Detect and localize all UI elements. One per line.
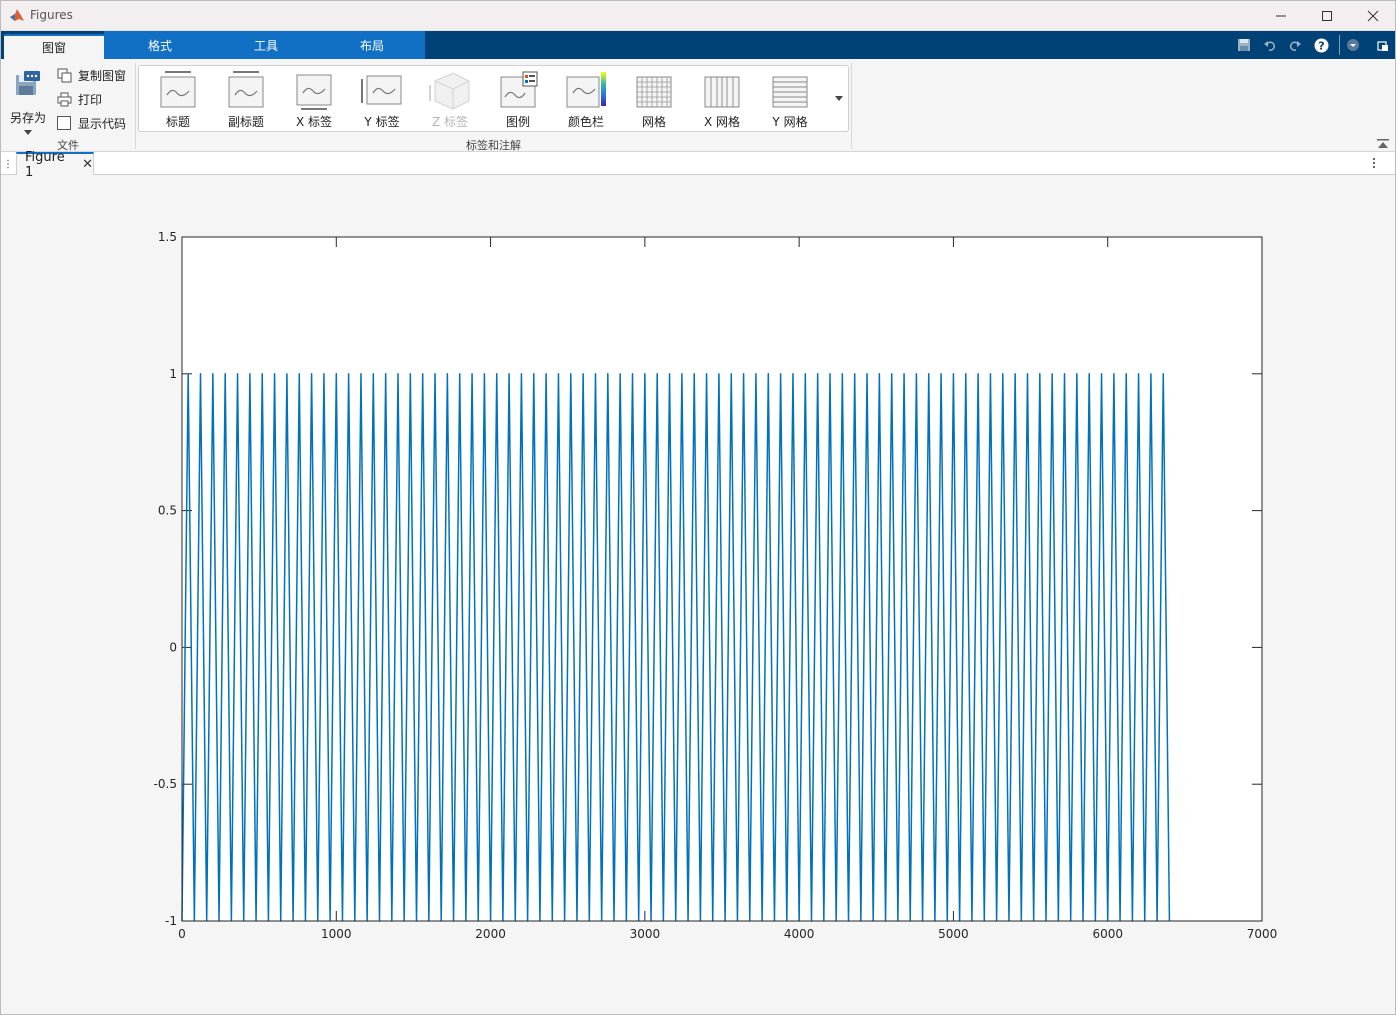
xgrid-icon bbox=[704, 76, 740, 108]
show-code-checkbox[interactable]: 显示代码 bbox=[56, 113, 126, 133]
y-tick-label: 0.5 bbox=[158, 504, 177, 518]
close-window-button[interactable] bbox=[1350, 0, 1396, 31]
tab-format[interactable]: 格式 bbox=[107, 31, 213, 59]
svg-text:?: ? bbox=[1318, 39, 1324, 52]
y-tick-label: -0.5 bbox=[154, 777, 177, 791]
copy-figure-button[interactable]: 复制图窗 bbox=[56, 65, 126, 85]
colorbar-button[interactable]: 颜色栏 bbox=[553, 66, 619, 133]
figure-document-tab[interactable]: Figure 1 ✕ bbox=[16, 150, 94, 180]
zlabel-icon bbox=[429, 72, 470, 110]
legend-icon bbox=[500, 71, 538, 108]
x-tick-label: 2000 bbox=[475, 927, 506, 941]
xlabel-icon bbox=[296, 74, 332, 110]
tab-figure[interactable]: 图窗 bbox=[4, 34, 104, 59]
xlabel-button[interactable]: X 标签 bbox=[281, 66, 347, 133]
y-tick-label: -1 bbox=[165, 914, 177, 928]
ylabel-label: Y 标签 bbox=[364, 115, 400, 129]
grid-icon bbox=[636, 76, 672, 108]
quick-save-icon[interactable] bbox=[1236, 37, 1252, 53]
minimize-button[interactable] bbox=[1258, 0, 1304, 31]
title-label: 标题 bbox=[165, 115, 190, 129]
toolbar-divider bbox=[1339, 35, 1340, 55]
undock-icon[interactable] bbox=[1375, 37, 1391, 53]
maximize-button[interactable] bbox=[1304, 0, 1350, 31]
chevron-down-icon bbox=[835, 96, 843, 101]
ygrid-button[interactable]: Y 网格 bbox=[757, 66, 823, 133]
window-title: Figures bbox=[30, 8, 73, 22]
title-bar: Figures bbox=[0, 0, 1396, 31]
x-tick-label: 0 bbox=[178, 927, 186, 941]
xgrid-label: X 网格 bbox=[703, 115, 741, 129]
y-tick-label: 0 bbox=[169, 640, 177, 654]
save-as-button[interactable]: 另存为 bbox=[6, 67, 50, 135]
group-separator bbox=[135, 63, 136, 149]
grid-button[interactable]: 网格 bbox=[621, 66, 687, 133]
save-as-icon bbox=[16, 71, 40, 95]
more-options-icon[interactable] bbox=[1372, 157, 1376, 169]
title-icon bbox=[160, 71, 196, 108]
chevron-down-icon bbox=[24, 130, 32, 135]
zlabel-button[interactable]: Z 标签 bbox=[417, 66, 483, 133]
matlab-logo-icon bbox=[10, 9, 24, 21]
figure-tab-label: Figure 1 bbox=[25, 149, 65, 180]
subtitle-button[interactable]: 副标题 bbox=[213, 66, 279, 133]
minimize-icon bbox=[1276, 15, 1286, 16]
grid-label: 网格 bbox=[641, 115, 666, 129]
x-tick-label: 5000 bbox=[938, 927, 969, 941]
save-as-label: 另存为 bbox=[9, 111, 46, 125]
legend-button[interactable]: 图例 bbox=[485, 66, 551, 133]
x-tick-label: 4000 bbox=[784, 927, 815, 941]
maximize-icon bbox=[1322, 10, 1332, 21]
ribbon: 另存为 复制图窗 打印 显示代码 文件 标题 副标题 X 标签 Y 标签 Z 标… bbox=[0, 59, 1396, 152]
zlabel-label: Z 标签 bbox=[431, 115, 469, 129]
close-icon bbox=[1367, 10, 1379, 21]
print-label: 打印 bbox=[78, 92, 103, 107]
colorbar-label: 颜色栏 bbox=[567, 115, 604, 129]
collapse-options-icon[interactable] bbox=[1345, 37, 1361, 53]
copy-icon bbox=[56, 67, 72, 83]
ribbon-tab-strip: 图窗 格式 工具 布局 ? bbox=[0, 31, 1396, 59]
legend-label: 图例 bbox=[505, 115, 530, 129]
subtitle-label: 副标题 bbox=[227, 115, 264, 129]
group-separator bbox=[851, 63, 852, 149]
gallery-expand-button[interactable] bbox=[829, 65, 849, 132]
annotation-gallery: 标题 副标题 X 标签 Y 标签 Z 标签 图例 颜色栏 网格 X 网格 Y 网… bbox=[138, 65, 849, 132]
redo-icon[interactable] bbox=[1287, 37, 1303, 53]
x-tick-label: 1000 bbox=[321, 927, 352, 941]
x-tick-label: 3000 bbox=[630, 927, 661, 941]
print-icon bbox=[56, 91, 72, 107]
line-chart[interactable]: 0 1000 2000 3000 4000 5000 6000 7000 -1 -0.5 0 0.5 1… bbox=[1, 176, 1395, 1014]
ygrid-label: Y 网格 bbox=[772, 115, 808, 129]
document-tab-bar: Figure 1 ✕ bbox=[0, 150, 1396, 180]
collapse-ribbon-icon bbox=[1377, 139, 1389, 148]
drag-handle-icon[interactable] bbox=[6, 158, 10, 169]
close-tab-icon[interactable]: ✕ bbox=[82, 157, 93, 172]
ylabel-icon bbox=[361, 75, 402, 105]
title-button[interactable]: 标题 bbox=[145, 66, 211, 133]
xgrid-button[interactable]: X 网格 bbox=[689, 66, 755, 133]
ygrid-icon bbox=[772, 76, 808, 108]
xlabel-label: X 标签 bbox=[295, 115, 333, 129]
y-tick-label: 1 bbox=[169, 367, 177, 381]
ylabel-button[interactable]: Y 标签 bbox=[349, 66, 415, 133]
undo-icon[interactable] bbox=[1262, 37, 1278, 53]
x-tick-label: 6000 bbox=[1092, 927, 1123, 941]
figure-canvas: 0 1000 2000 3000 4000 5000 6000 7000 -1 -0.5 0 0.5 1… bbox=[1, 176, 1395, 1014]
checkbox-icon bbox=[56, 115, 72, 131]
y-tick-label: 1.5 bbox=[158, 230, 177, 244]
show-code-label: 显示代码 bbox=[78, 116, 127, 131]
tab-layout[interactable]: 布局 bbox=[319, 31, 425, 59]
copy-figure-label: 复制图窗 bbox=[78, 68, 127, 83]
tab-tools[interactable]: 工具 bbox=[213, 31, 319, 59]
annotation-group-label: 标签和注解 bbox=[466, 139, 521, 152]
print-button[interactable]: 打印 bbox=[56, 89, 102, 109]
help-icon[interactable]: ? bbox=[1313, 37, 1329, 53]
x-tick-label: 7000 bbox=[1247, 927, 1278, 941]
collapse-ribbon-button[interactable] bbox=[1377, 138, 1389, 148]
colorbar-icon bbox=[566, 72, 606, 108]
subtitle-icon bbox=[228, 71, 264, 108]
